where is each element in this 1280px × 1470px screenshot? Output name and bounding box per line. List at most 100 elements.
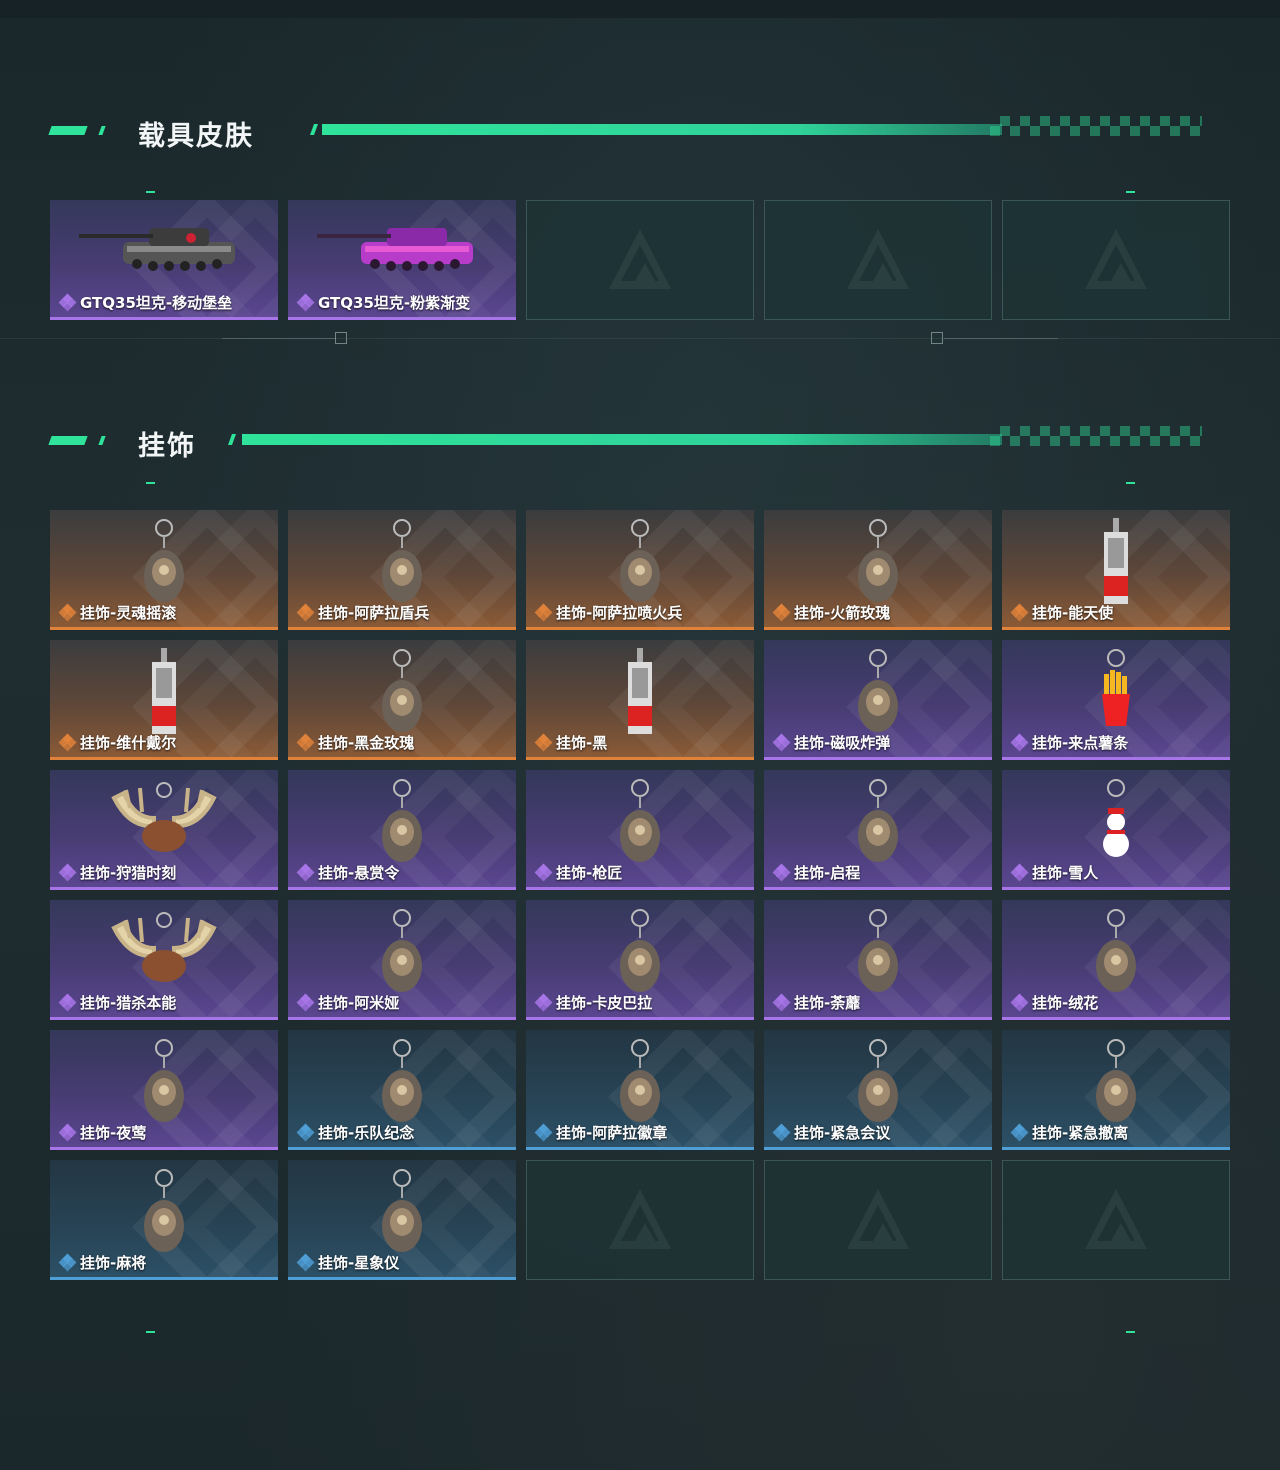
rarity-diamond-icon: [534, 1123, 553, 1141]
empty-slot-icon: [1081, 225, 1151, 295]
item-label: 挂饰-灵魂摇滚: [58, 602, 176, 623]
medal-icon: [848, 778, 908, 874]
charm-card[interactable]: 挂饰-阿萨拉徽章: [526, 1030, 754, 1150]
charm-card[interactable]: 挂饰-磁吸炸弹: [764, 640, 992, 760]
antlers-icon: [104, 908, 224, 992]
charm-card[interactable]: 挂饰-雪人: [1002, 770, 1230, 890]
charm-card[interactable]: 挂饰-星象仪: [288, 1160, 516, 1280]
charm-card[interactable]: 挂饰-能天使: [1002, 510, 1230, 630]
meeting-badge-icon: [848, 1038, 908, 1134]
header-mark: [48, 126, 88, 135]
rarity-diamond-icon: [534, 863, 553, 881]
item-name: 挂饰-猎杀本能: [80, 994, 177, 1012]
empty-slot-icon: [605, 1185, 675, 1255]
item-label: 挂饰-星象仪: [296, 1252, 399, 1273]
rarity-diamond-icon: [58, 1123, 77, 1141]
charm-card[interactable]: 挂饰-火箭玫瑰: [764, 510, 992, 630]
charm-card[interactable]: 挂饰-黑金玫瑰: [288, 640, 516, 760]
item-label: 挂饰-悬赏令: [296, 862, 399, 883]
charm-card[interactable]: 挂饰-黑: [526, 640, 754, 760]
vehicle-skin-card[interactable]: GTQ35坦克-移动堡垒: [50, 200, 278, 320]
item-label: 挂饰-火箭玫瑰: [772, 602, 890, 623]
rarity-diamond-icon: [772, 733, 791, 751]
item-name: 挂饰-紧急撤离: [1032, 1124, 1129, 1142]
flamethrower-soldier-icon: [610, 518, 670, 614]
item-label: 挂饰-枪匠: [534, 862, 622, 883]
empty-slot: [1002, 1160, 1230, 1280]
charm-card[interactable]: 挂饰-麻将: [50, 1160, 278, 1280]
rarity-diamond-icon: [58, 993, 77, 1011]
rarity-diamond-icon: [1010, 1123, 1029, 1141]
charm-card[interactable]: 挂饰-维什戴尔: [50, 640, 278, 760]
header-line-tick: [309, 124, 319, 135]
item-label: 挂饰-来点薯条: [1010, 732, 1128, 753]
item-label: 挂饰-乐队纪念: [296, 1122, 415, 1143]
rarity-diamond-icon: [58, 293, 77, 311]
card-tag-icon: [620, 648, 660, 744]
rarity-diamond-icon: [58, 603, 77, 621]
red-flower-icon: [1086, 908, 1146, 1004]
header-line: [242, 434, 1002, 445]
item-label: 挂饰-阿萨拉喷火兵: [534, 602, 682, 623]
vest-icon: [610, 778, 670, 874]
section-header-vehicle-skins: 载具皮肤: [48, 116, 1210, 152]
rarity-diamond-icon: [296, 603, 315, 621]
charm-grid: 挂饰-灵魂摇滚 挂饰-阿萨拉盾兵 挂饰-阿萨拉喷火兵 挂饰-火箭玫瑰 挂饰-能天使挂饰-…: [50, 510, 1230, 1280]
item-name: 挂饰-阿米娅: [318, 994, 400, 1012]
item-label: 挂饰-启程: [772, 862, 860, 883]
charm-card[interactable]: 挂饰-猎杀本能: [50, 900, 278, 1020]
item-name: 挂饰-阿萨拉盾兵: [318, 604, 430, 622]
header-mark: [48, 436, 88, 445]
item-label: 挂饰-卡皮巴拉: [534, 992, 652, 1013]
header-checker: [990, 116, 1202, 136]
rarity-diamond-icon: [534, 993, 553, 1011]
charm-card[interactable]: 挂饰-枪匠: [526, 770, 754, 890]
charm-card[interactable]: 挂饰-紧急撤离: [1002, 1030, 1230, 1150]
rarity-diamond-icon: [296, 1123, 315, 1141]
charm-card[interactable]: 挂饰-阿米娅: [288, 900, 516, 1020]
scroll-icon: [372, 778, 432, 874]
rarity-diamond-icon: [1010, 993, 1029, 1011]
charm-card[interactable]: 挂饰-灵魂摇滚: [50, 510, 278, 630]
tank-pink-icon: [317, 208, 487, 282]
charm-card[interactable]: 挂饰-来点薯条: [1002, 640, 1230, 760]
charm-card[interactable]: 挂饰-紧急会议: [764, 1030, 992, 1150]
empty-slot-icon: [843, 225, 913, 295]
charm-card[interactable]: 挂饰-狩猎时刻: [50, 770, 278, 890]
item-label: 挂饰-阿萨拉徽章: [534, 1122, 667, 1143]
item-name: GTQ35坦克-粉紫渐变: [318, 294, 471, 312]
section-header-charms: 挂饰: [48, 426, 1210, 462]
empty-slot-icon: [605, 225, 675, 295]
rarity-diamond-icon: [1010, 863, 1029, 881]
rarity-diamond-icon: [296, 1253, 315, 1271]
divider-line-far: [0, 338, 1280, 339]
charm-card[interactable]: 挂饰-绒花: [1002, 900, 1230, 1020]
charm-card[interactable]: 挂饰-荼蘼: [764, 900, 992, 1020]
vehicle-skin-card[interactable]: GTQ35坦克-粉紫渐变: [288, 200, 516, 320]
section-title: 挂饰: [138, 431, 196, 462]
rarity-diamond-icon: [1010, 603, 1029, 621]
empty-slot: [764, 1160, 992, 1280]
corner-tick: [146, 1331, 155, 1333]
charm-card[interactable]: 挂饰-启程: [764, 770, 992, 890]
rarity-diamond-icon: [534, 603, 553, 621]
astrolabe-icon: [372, 1168, 432, 1264]
item-name: 挂饰-磁吸炸弹: [794, 734, 891, 752]
rarity-diamond-icon: [772, 993, 791, 1011]
rarity-diamond-icon: [296, 293, 315, 311]
charm-card[interactable]: 挂饰-悬赏令: [288, 770, 516, 890]
item-name: 挂饰-绒花: [1032, 994, 1099, 1012]
tank-camo-icon: [79, 208, 249, 282]
charm-card[interactable]: 挂饰-夜莺: [50, 1030, 278, 1150]
item-name: 挂饰-紧急会议: [794, 1124, 891, 1142]
feather-icon: [134, 1038, 194, 1134]
item-label: 挂饰-雪人: [1010, 862, 1098, 883]
charm-card[interactable]: 挂饰-阿萨拉喷火兵: [526, 510, 754, 630]
item-name: 挂饰-乐队纪念: [318, 1124, 415, 1142]
antlers-icon: [104, 778, 224, 862]
item-label: 挂饰-紧急会议: [772, 1122, 891, 1143]
charm-card[interactable]: 挂饰-阿萨拉盾兵: [288, 510, 516, 630]
card-tag-icon: [1096, 518, 1136, 614]
charm-card[interactable]: 挂饰-乐队纪念: [288, 1030, 516, 1150]
charm-card[interactable]: 挂饰-卡皮巴拉: [526, 900, 754, 1020]
